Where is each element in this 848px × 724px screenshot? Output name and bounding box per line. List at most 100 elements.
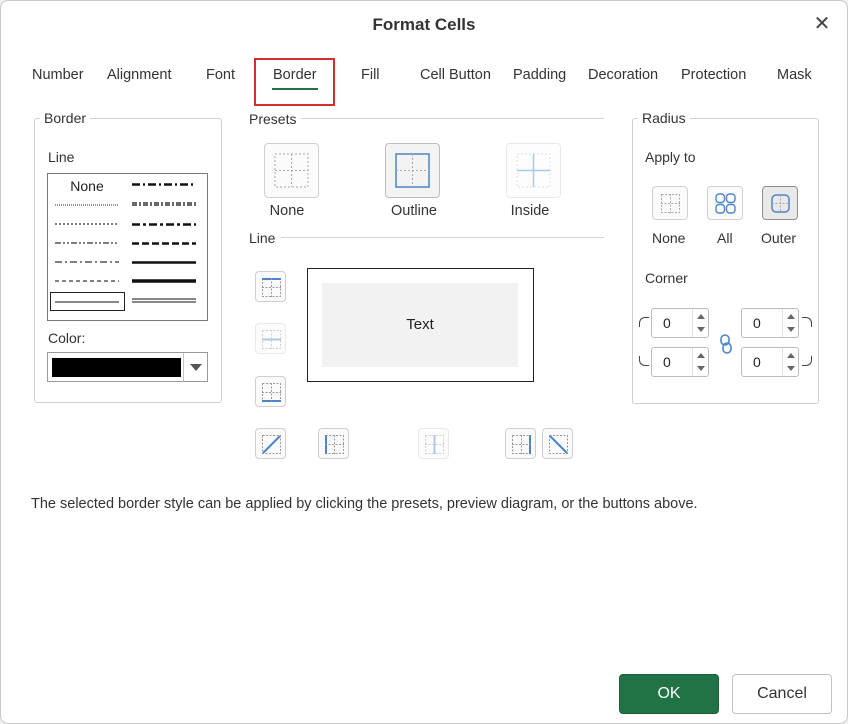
presets-title: Presets (249, 111, 297, 127)
ok-button[interactable]: OK (619, 674, 719, 714)
tab-padding[interactable]: Padding (513, 67, 566, 83)
dotted-line-icon (55, 223, 119, 225)
border-inside-horizontal-icon (262, 330, 281, 349)
tab-protection[interactable]: Protection (681, 67, 746, 83)
border-bottom-button[interactable] (255, 376, 286, 407)
corner-top-right-input[interactable]: 0 (741, 308, 799, 338)
line-style-hair[interactable] (51, 196, 123, 214)
slant-dash-dot-line-icon (132, 202, 196, 206)
line-style-dash-dot-dot[interactable] (51, 234, 123, 252)
line-style-none-label: None (70, 178, 104, 194)
tab-border[interactable]: Border (272, 67, 318, 90)
tab-fill[interactable]: Fill (361, 67, 380, 83)
preset-none-label: None (269, 203, 305, 219)
preview-text: Text (322, 283, 518, 367)
corner-bottom-right-value: 0 (753, 354, 761, 370)
corner-top-right-stepper (782, 309, 798, 337)
preset-outline-label: Outline (391, 203, 437, 219)
border-group-title: Border (40, 110, 91, 126)
corner-bottom-right-input[interactable]: 0 (741, 347, 799, 377)
color-swatch (52, 358, 181, 377)
radius-apply-all-button[interactable] (707, 186, 743, 220)
border-left-button[interactable] (318, 428, 349, 459)
increment-icon[interactable] (783, 348, 799, 362)
decrement-icon[interactable] (783, 362, 799, 376)
radius-all-icon (715, 193, 736, 214)
help-text: The selected border style can be applied… (31, 496, 698, 512)
preset-outline-button[interactable] (385, 143, 440, 198)
thick-line-icon (132, 279, 196, 283)
increment-icon[interactable] (783, 309, 799, 323)
tab-alignment[interactable]: Alignment (107, 67, 171, 83)
tab-decoration[interactable]: Decoration (588, 67, 658, 83)
tab-mask[interactable]: Mask (777, 67, 812, 83)
chevron-down-icon[interactable] (183, 353, 207, 381)
line-style-double[interactable] (128, 292, 200, 310)
border-top-button[interactable] (255, 271, 286, 302)
medium-dash-dot-line-icon (132, 223, 196, 226)
tab-cell-button[interactable]: Cell Button (420, 67, 491, 83)
radius-apply-outer-label: Outer (761, 230, 797, 246)
tab-bar: Number Alignment Font Border Fill Cell B… (1, 67, 848, 91)
border-bottom-icon (262, 383, 281, 402)
dash-dot-line-icon (55, 261, 119, 263)
increment-icon[interactable] (693, 348, 709, 362)
line-style-slant-dash-dot[interactable] (128, 196, 200, 214)
line-style-medium-dash-dot[interactable] (128, 215, 200, 233)
radius-apply-none-button[interactable] (652, 186, 688, 220)
radius-none-icon (661, 194, 680, 213)
tab-number[interactable]: Number (32, 67, 84, 83)
tab-font[interactable]: Font (206, 67, 235, 83)
corner-bottom-left-input[interactable]: 0 (651, 347, 709, 377)
line-style-thick[interactable] (128, 272, 200, 290)
border-diagonal-down-button[interactable] (542, 428, 573, 459)
corner-top-right-icon (802, 317, 812, 327)
corner-top-left-input[interactable]: 0 (651, 308, 709, 338)
corner-top-left-icon (639, 317, 649, 327)
border-diagonal-up-button[interactable] (255, 428, 286, 459)
border-diagonal-down-icon (549, 435, 568, 454)
double-line-icon (132, 298, 196, 303)
line-style-dotted[interactable] (51, 215, 123, 233)
corner-bottom-left-stepper (692, 348, 708, 376)
line-separator (281, 237, 604, 238)
decrement-icon[interactable] (783, 323, 799, 337)
corner-top-left-stepper (692, 309, 708, 337)
corner-label: Corner (645, 270, 688, 286)
thin-line-icon (55, 301, 119, 303)
corner-bottom-right-stepper (782, 348, 798, 376)
color-label: Color: (48, 330, 86, 346)
hair-line-icon (55, 204, 119, 206)
border-right-button[interactable] (505, 428, 536, 459)
preset-inside-label: Inside (510, 203, 550, 219)
border-preview[interactable]: Text (307, 268, 534, 382)
line-style-dash-dot-thick[interactable] (128, 176, 200, 194)
line-style-dashed[interactable] (51, 272, 123, 290)
preset-none-button[interactable] (264, 143, 319, 198)
line-style-medium-dashed[interactable] (128, 234, 200, 252)
color-dropdown[interactable] (47, 352, 208, 382)
radius-apply-none-label: None (652, 230, 686, 246)
preset-inside-button[interactable] (506, 143, 561, 198)
radius-apply-outer-button[interactable] (762, 186, 798, 220)
cancel-button[interactable]: Cancel (732, 674, 832, 714)
increment-icon[interactable] (693, 309, 709, 323)
medium-line-icon (132, 261, 196, 264)
decrement-icon[interactable] (693, 323, 709, 337)
radius-apply-all-label: All (717, 230, 733, 246)
close-icon[interactable]: ✕ (811, 13, 833, 35)
radius-group-title: Radius (638, 110, 690, 126)
border-inside-vertical-button[interactable] (418, 428, 449, 459)
link-icon (720, 334, 732, 354)
decrement-icon[interactable] (693, 362, 709, 376)
link-corners-button[interactable] (714, 332, 738, 356)
border-inside-horizontal-button[interactable] (255, 323, 286, 354)
dash-dot-thick-line-icon (132, 183, 196, 186)
line-style-medium[interactable] (128, 253, 200, 271)
corner-bottom-left-value: 0 (663, 354, 671, 370)
preset-outline-icon (395, 153, 430, 188)
line-style-none[interactable]: None (51, 177, 123, 195)
line-style-thin[interactable] (50, 292, 125, 311)
border-diagonal-up-icon (262, 435, 281, 454)
line-style-dash-dot[interactable] (51, 253, 123, 271)
